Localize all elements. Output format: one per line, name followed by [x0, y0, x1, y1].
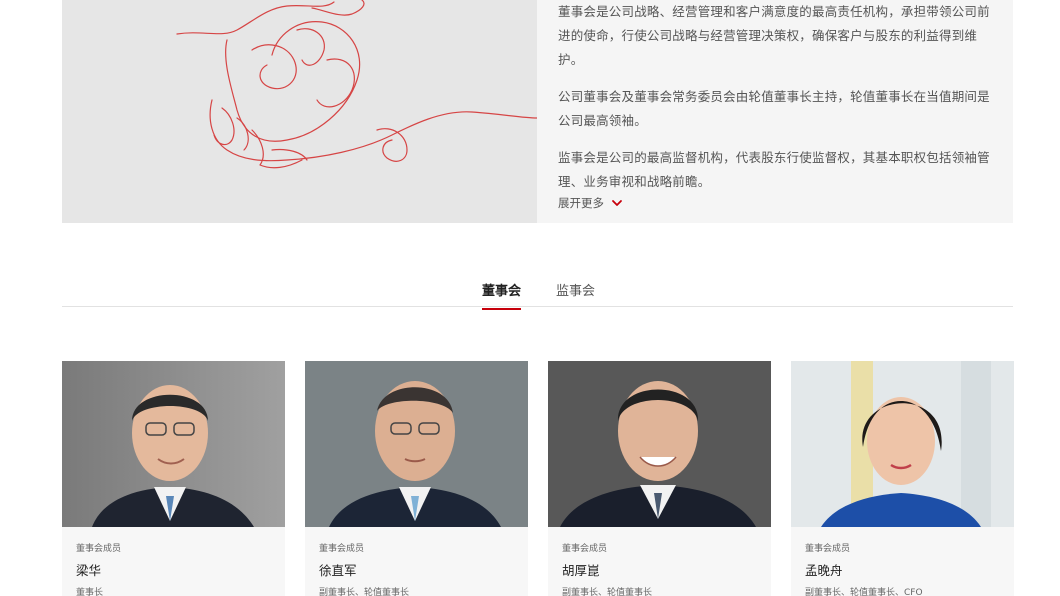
member-photo	[305, 361, 528, 527]
member-category: 董事会成员	[76, 544, 122, 554]
member-name: 孟晚舟	[805, 563, 843, 578]
member-card[interactable]: 董事会成员 胡厚崑 副董事长、轮值董事长	[548, 361, 771, 596]
member-photo	[791, 361, 1014, 527]
hands-globe-illustration	[62, 0, 537, 223]
expand-more-button[interactable]: 展开更多	[558, 195, 624, 211]
member-title: 副董事长、轮值董事长	[319, 588, 410, 596]
member-title: 副董事长、轮值董事长、CFO	[805, 588, 923, 596]
member-name: 徐直军	[319, 563, 357, 578]
member-title: 董事长	[76, 588, 104, 596]
member-cards: 董事会成员 梁华 董事长 董事会成员 徐直军 副董事长、轮值董事长 董事会成员 …	[62, 361, 1014, 596]
board-tabs: 董事会 监事会	[62, 270, 1013, 310]
intro-paragraph: 公司董事会及董事会常务委员会由轮值董事长主持，轮值董事长在当值期间是公司最高领袖…	[558, 89, 990, 128]
member-card[interactable]: 董事会成员 徐直军 副董事长、轮值董事长	[305, 361, 528, 596]
member-photo	[62, 361, 285, 527]
member-category: 董事会成员	[319, 544, 365, 554]
intro-text: 董事会是公司战略、经营管理和客户满意度的最高责任机构，承担带领公司前进的使命，行…	[558, 0, 998, 207]
governance-intro: 董事会是公司战略、经营管理和客户满意度的最高责任机构，承担带领公司前进的使命，行…	[62, 0, 1013, 223]
chevron-down-icon	[610, 196, 624, 210]
intro-paragraph: 监事会是公司的最高监督机构，代表股东行使监督权，其基本职权包括领袖管理、业务审视…	[558, 150, 990, 189]
member-title: 副董事长、轮值董事长	[562, 588, 653, 596]
expand-more-label: 展开更多	[558, 196, 604, 210]
member-photo	[548, 361, 771, 527]
member-card[interactable]: 董事会成员 孟晚舟 副董事长、轮值董事长、CFO	[791, 361, 1014, 596]
tab-board-of-directors[interactable]: 董事会	[482, 280, 522, 310]
member-name: 胡厚崑	[562, 563, 600, 578]
member-name: 梁华	[76, 563, 102, 578]
intro-paragraph: 董事会是公司战略、经营管理和客户满意度的最高责任机构，承担带领公司前进的使命，行…	[558, 4, 990, 67]
member-category: 董事会成员	[562, 544, 608, 554]
member-category: 董事会成员	[805, 544, 851, 554]
member-card[interactable]: 董事会成员 梁华 董事长	[62, 361, 285, 596]
tab-supervisory-board[interactable]: 监事会	[556, 280, 595, 308]
